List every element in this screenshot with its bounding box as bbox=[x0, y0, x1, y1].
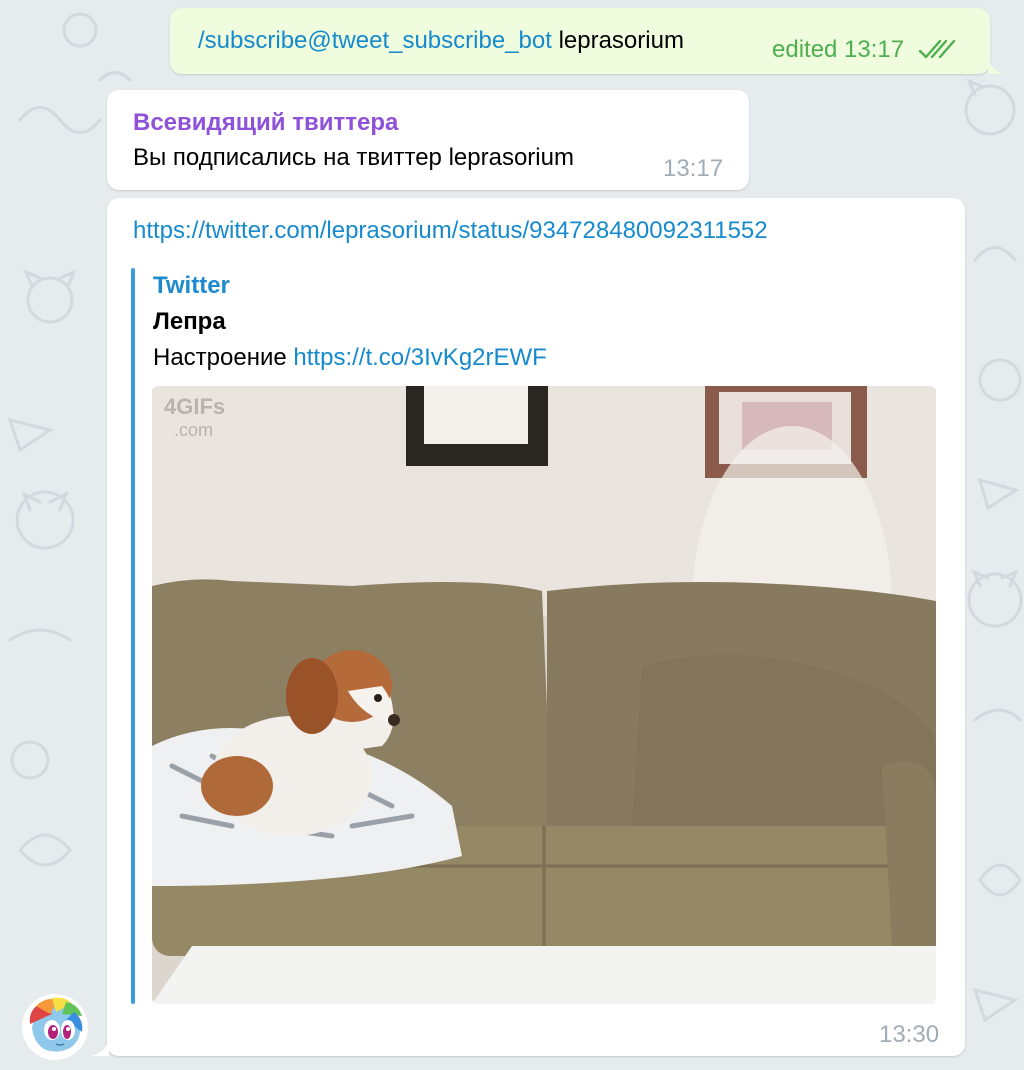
gif-watermark-domain: .com bbox=[174, 420, 213, 440]
outgoing-message-bubble[interactable]: /subscribe@tweet_subscribe_bot leprasori… bbox=[170, 8, 990, 74]
bot-command-link[interactable]: /subscribe@tweet_subscribe_bot bbox=[198, 27, 552, 54]
message-time: 13:30 bbox=[879, 1021, 940, 1048]
sender-name[interactable]: Всевидящий твиттера bbox=[133, 108, 398, 138]
bubble-tail bbox=[91, 1038, 109, 1056]
link-preview-accent-bar bbox=[131, 268, 135, 1004]
pony-avatar-icon[interactable] bbox=[22, 994, 88, 1060]
message-time: 13:17 bbox=[663, 155, 724, 182]
message-text: /subscribe@tweet_subscribe_bot leprasori… bbox=[198, 26, 684, 56]
message-text: Вы подписались на твиттер leprasorium bbox=[133, 144, 574, 171]
preview-site-name: Twitter bbox=[153, 272, 230, 299]
preview-description: Настроение https://t.co/3IvKg2rEWF bbox=[153, 343, 547, 373]
preview-short-link[interactable]: https://t.co/3IvKg2rEWF bbox=[293, 344, 546, 371]
preview-title: Лепра bbox=[153, 308, 226, 335]
double-check-icon bbox=[918, 39, 956, 59]
bubble-tail bbox=[988, 56, 1004, 74]
preview-gif-media[interactable]: 4GIFs .com bbox=[152, 386, 936, 1004]
tweet-url-link[interactable]: https://twitter.com/leprasorium/status/9… bbox=[133, 216, 768, 246]
edited-status: edited 13:17 bbox=[772, 36, 905, 63]
message-meta: edited 13:17 bbox=[772, 35, 956, 65]
preview-description-text: Настроение bbox=[153, 344, 287, 371]
gif-watermark: 4GIFs bbox=[164, 394, 225, 419]
incoming-message-bubble[interactable]: https://twitter.com/leprasorium/status/9… bbox=[107, 198, 965, 1056]
command-argument: leprasorium bbox=[558, 27, 684, 54]
coffee-table bbox=[152, 946, 936, 1004]
incoming-message-bubble[interactable]: Всевидящий твиттера Вы подписались на тв… bbox=[107, 90, 749, 190]
